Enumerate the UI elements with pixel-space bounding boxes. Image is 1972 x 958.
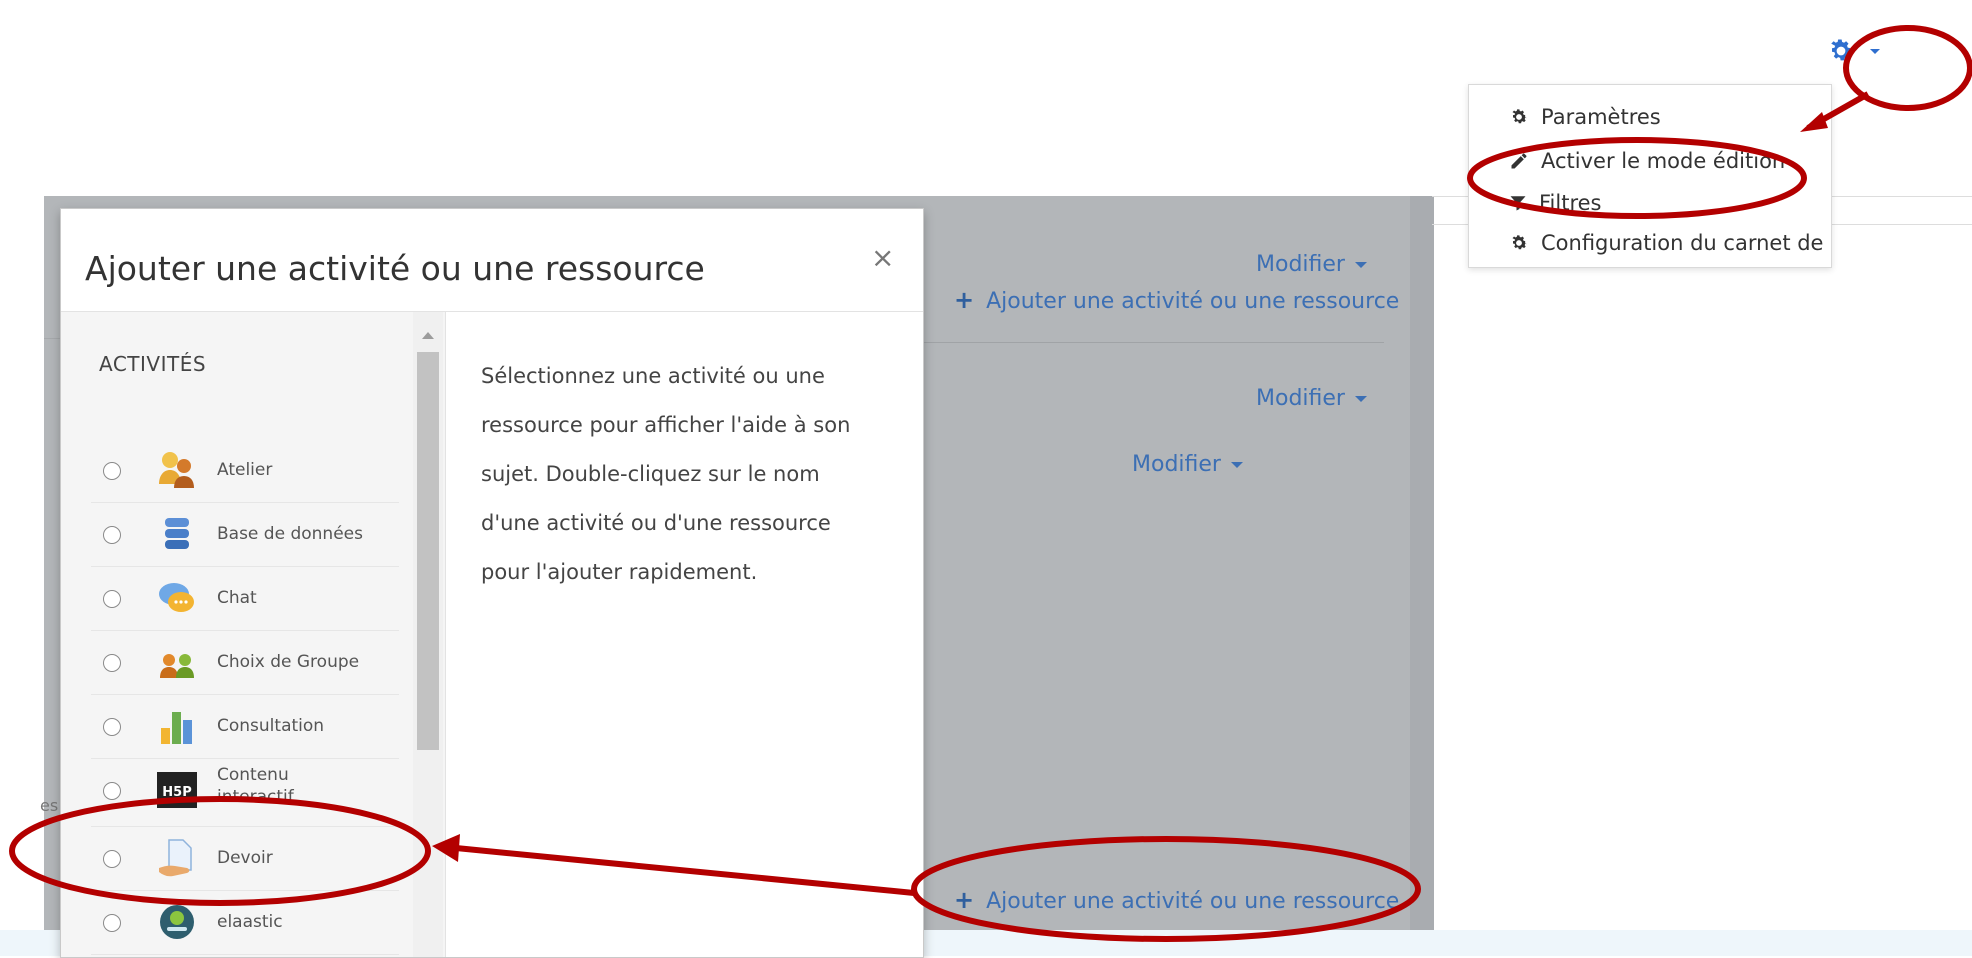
- list-item[interactable]: Devoir: [91, 826, 399, 891]
- gear-icon: [1512, 235, 1527, 250]
- list-item[interactable]: elaastic: [91, 890, 399, 955]
- activity-label: Contenu interactif: [217, 765, 294, 807]
- course-page-edge: [1410, 196, 1434, 956]
- menu-item-turn-editing-on[interactable]: Activer le mode édition: [1509, 149, 1785, 173]
- menu-item-gradebook-setup[interactable]: Configuration du carnet de notes: [1509, 231, 1831, 255]
- radio-button[interactable]: [103, 782, 121, 800]
- assignment-icon: [159, 839, 192, 877]
- gear-icon: [1831, 39, 1853, 61]
- menu-item-label: Paramètres: [1541, 105, 1661, 129]
- modify-menu-1[interactable]: Modifier: [1256, 252, 1367, 277]
- menu-item-label: Configuration du carnet de notes: [1541, 231, 1831, 255]
- side-text-fragment: es: [40, 796, 59, 815]
- course-admin-menu: Paramètres Activer le mode édition Filtr…: [1468, 84, 1832, 268]
- workshop-icon: [159, 452, 194, 488]
- close-icon[interactable]: ×: [871, 241, 894, 274]
- radio-button[interactable]: [103, 850, 121, 868]
- menu-item-label: Filtres: [1539, 191, 1602, 215]
- plus-icon: +: [954, 286, 975, 314]
- menu-item-settings[interactable]: Paramètres: [1509, 105, 1661, 129]
- dialog-header: Ajouter une activité ou une ressource ×: [61, 209, 923, 312]
- h5p-icon: H5P: [157, 772, 197, 808]
- activity-list-panel: ACTIVITÉS Atelier Base de données Chat C…: [61, 312, 446, 957]
- radio-button[interactable]: [103, 526, 121, 544]
- svg-text:H5P: H5P: [162, 785, 191, 800]
- radio-button[interactable]: [103, 590, 121, 608]
- section-divider: [924, 342, 1384, 343]
- list-item[interactable]: Consultation: [91, 694, 399, 759]
- group-choice-icon: [160, 654, 194, 678]
- plus-icon: +: [954, 886, 975, 914]
- course-admin-gear-button[interactable]: [1826, 36, 1880, 66]
- activity-label: Atelier: [217, 460, 273, 480]
- scroll-up-arrow-icon[interactable]: [422, 332, 434, 339]
- gear-icon: [1512, 109, 1527, 124]
- activity-label: Choix de Groupe: [217, 652, 360, 672]
- dialog-title: Ajouter une activité ou une ressource: [85, 249, 705, 288]
- radio-button[interactable]: [103, 654, 121, 672]
- caret-down-icon: [1354, 396, 1367, 402]
- radio-button[interactable]: [103, 718, 121, 736]
- modify-menu-2[interactable]: Modifier: [1256, 386, 1367, 411]
- dialog-body: ACTIVITÉS Atelier Base de données Chat C…: [61, 312, 923, 957]
- activity-chooser-dialog: Ajouter une activité ou une ressource × …: [60, 208, 924, 958]
- caret-down-icon: [1230, 462, 1243, 468]
- activity-label: elaastic: [217, 912, 283, 932]
- filter-icon: [1510, 196, 1526, 211]
- modify-menu-3[interactable]: Modifier: [1132, 452, 1243, 477]
- help-text: Sélectionnez une activité ou une ressour…: [481, 364, 851, 584]
- activity-label: Base de données: [217, 524, 363, 544]
- menu-item-filters[interactable]: Filtres: [1509, 191, 1602, 215]
- scrollbar-thumb[interactable]: [417, 352, 439, 750]
- database-icon: [165, 518, 189, 549]
- pencil-icon: [1511, 153, 1527, 169]
- caret-down-icon: [1870, 48, 1880, 54]
- activity-label: Chat: [217, 588, 257, 608]
- radio-button[interactable]: [103, 462, 121, 480]
- list-item[interactable]: Base de données: [91, 502, 399, 567]
- chat-icon: [159, 583, 194, 612]
- activity-label: Devoir: [217, 848, 273, 868]
- caret-down-icon: [1354, 262, 1367, 268]
- activities-heading: ACTIVITÉS: [99, 352, 207, 376]
- list-item[interactable]: Choix de Groupe: [91, 630, 399, 695]
- consultation-icon: [161, 712, 192, 744]
- add-activity-link-bottom[interactable]: + Ajouter une activité ou une ressource: [954, 886, 1399, 914]
- add-activity-link-top[interactable]: + Ajouter une activité ou une ressource: [954, 286, 1399, 314]
- list-item[interactable]: H5P Contenu interactif: [91, 758, 399, 827]
- list-item[interactable]: Chat: [91, 566, 399, 631]
- elaastic-icon: [160, 905, 194, 939]
- list-item[interactable]: Atelier: [91, 438, 399, 503]
- radio-button[interactable]: [103, 914, 121, 932]
- activity-label: Consultation: [217, 716, 325, 736]
- menu-item-label: Activer le mode édition: [1541, 149, 1786, 173]
